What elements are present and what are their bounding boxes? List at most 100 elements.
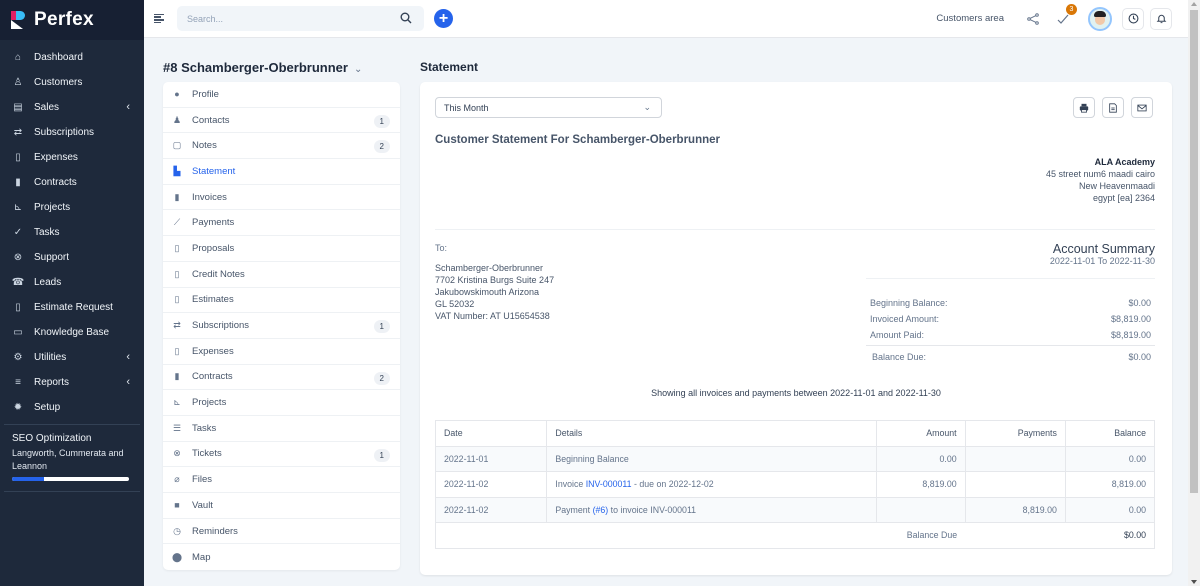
quick-create-button[interactable]: +: [434, 9, 453, 28]
tab-payments[interactable]: ⟋ Payments: [163, 210, 400, 237]
map-pin-icon: ⬤: [171, 551, 183, 562]
pinned-project[interactable]: SEO Optimization Langworth, Cummerata an…: [4, 424, 140, 492]
tab-tasks[interactable]: ☰ Tasks: [163, 416, 400, 442]
bell-icon[interactable]: [1150, 7, 1172, 30]
details-text: Payment: [555, 504, 593, 515]
app-name: Perfex: [34, 9, 94, 30]
project-client: Langworth, Cummerata and Leannon: [12, 448, 124, 471]
tab-credit-notes[interactable]: ▯ Credit Notes: [163, 262, 400, 288]
sidebar-item-label: Sales: [34, 102, 60, 113]
tab-contacts[interactable]: ♟ Contacts 1: [163, 108, 400, 134]
account-summary: Beginning Balance: $0.00 Invoiced Amount:…: [866, 295, 1155, 367]
user-avatar[interactable]: [1088, 6, 1112, 31]
sidebar-item-label: Utilities: [34, 352, 67, 363]
todo-check-icon[interactable]: 3: [1052, 3, 1077, 30]
pdf-button[interactable]: [1102, 97, 1124, 118]
sidebar-item-tasks[interactable]: ✓ Tasks: [0, 220, 144, 245]
invoice-icon: ▮: [174, 191, 180, 202]
tab-label: Proposals: [192, 242, 235, 254]
sidebar-item-label: Subscriptions: [34, 127, 95, 138]
account-summary-title: Account Summary: [1052, 242, 1155, 256]
tab-invoices[interactable]: ▮ Invoices: [163, 185, 400, 211]
sidebar-item-dashboard[interactable]: ⌂ Dashboard: [0, 45, 144, 70]
tab-label: Notes: [192, 140, 217, 152]
customer-name: #8 Schamberger-Oberbrunner: [163, 60, 348, 75]
details-link[interactable]: (#6): [593, 505, 609, 515]
scrollbar-thumb[interactable]: [1190, 10, 1198, 493]
tab-statement[interactable]: ▙ Statement: [163, 159, 400, 185]
contract-icon: ▮: [15, 177, 21, 188]
tab-contracts[interactable]: ▮ Contracts 2: [163, 365, 400, 391]
tab-expenses[interactable]: ▯ Expenses: [163, 339, 400, 365]
clock-icon: ◷: [173, 525, 181, 536]
tab-map[interactable]: ⬤ Map: [163, 544, 400, 570]
cell-date: 2022-11-01: [434, 445, 548, 472]
sidebar-item-label: Reports: [34, 377, 70, 388]
tab-notes[interactable]: ▢ Notes 2: [163, 133, 400, 160]
tab-estimates[interactable]: ▯ Estimates: [163, 288, 400, 314]
period-select[interactable]: This Month ⌄: [435, 97, 662, 118]
cell-balance: 0.00: [1064, 496, 1156, 523]
tab-vault[interactable]: ■ Vault: [163, 493, 400, 519]
topbar: Search... + Customers area 3: [144, 0, 1188, 38]
sidebar-item-expenses[interactable]: ▯ Expenses: [0, 145, 144, 170]
customers-area-link[interactable]: Customers area: [936, 13, 1004, 24]
logo[interactable]: Perfex: [0, 0, 144, 40]
sidebar-item-label: Customers: [34, 77, 83, 88]
cell-balance: 0.00: [1064, 445, 1156, 472]
sidebar-item-contracts[interactable]: ▮ Contracts: [0, 170, 144, 195]
summary-balance-due-row: Balance Due: $0.00: [866, 345, 1155, 367]
sidebar-item-estimate-request[interactable]: ▯ Estimate Request: [0, 295, 144, 320]
sidebar-item-utilities[interactable]: ⚙ Utilities ‹: [0, 345, 144, 370]
sidebar-item-customers[interactable]: ♙ Customers: [0, 70, 144, 95]
col-payments: Payments: [964, 420, 1066, 447]
sidebar-item-setup[interactable]: ✹ Setup: [0, 395, 144, 420]
sidebar-item-support[interactable]: ⊗ Support: [0, 245, 144, 270]
sidebar-item-projects[interactable]: ⊾ Projects: [0, 195, 144, 220]
tab-files[interactable]: ⌀ Files: [163, 467, 400, 493]
cell-details: Invoice INV-000011 - due on 2022-12-02: [546, 471, 877, 498]
company-address-line: egypt [ea] 2364: [1092, 193, 1155, 203]
summary-label: Balance Due:: [872, 351, 927, 362]
details-link[interactable]: INV-000011: [586, 479, 632, 489]
chevron-down-icon[interactable]: ⌄: [354, 64, 362, 75]
search-icon[interactable]: [400, 12, 412, 24]
email-button[interactable]: [1131, 97, 1153, 118]
project-title: SEO Optimization: [12, 433, 92, 444]
gear-icon: ✹: [13, 402, 23, 413]
statement-table: Date Details Amount Payments Balance 202…: [434, 420, 1156, 549]
user-icon: ♟: [172, 114, 182, 125]
tab-subscriptions[interactable]: ⇄ Subscriptions 1: [163, 313, 400, 339]
sidebar-item-reports[interactable]: ≡ Reports ‹: [0, 370, 144, 395]
cell-amount: 0.00: [875, 445, 966, 472]
sidebar-item-leads[interactable]: ☎ Leads: [0, 270, 144, 295]
area-chart-icon: ▙: [173, 165, 181, 176]
share-icon[interactable]: [1022, 8, 1044, 30]
tab-projects[interactable]: ⊾ Projects: [163, 390, 400, 416]
sidebar-item-subscriptions[interactable]: ⇄ Subscriptions: [0, 120, 144, 145]
period-value: This Month: [444, 102, 489, 113]
page-scrollbar[interactable]: [1188, 0, 1200, 586]
details-text: to invoice INV-000011: [608, 504, 697, 515]
sidebar-item-sales[interactable]: ▤ Sales ‹: [0, 95, 144, 120]
customer-title[interactable]: #8 Schamberger-Oberbrunner ⌄: [163, 60, 362, 75]
menu-toggle-icon[interactable]: [154, 13, 164, 24]
sidebar-item-label: Expenses: [34, 152, 78, 163]
summary-row: Invoiced Amount: $8,819.00: [866, 311, 1155, 327]
bill-to-line: Schamberger-Oberbrunner: [435, 263, 544, 273]
tab-proposals[interactable]: ▯ Proposals: [163, 236, 400, 262]
file-icon: ▯: [174, 294, 180, 305]
details-text: Beginning Balance: [555, 453, 629, 464]
perfex-logo-icon: [11, 11, 25, 29]
table-header-row: Date Details Amount Payments Balance: [434, 420, 1156, 447]
tab-tickets[interactable]: ⊗ Tickets 1: [163, 442, 400, 468]
clock-icon[interactable]: [1122, 7, 1144, 30]
sidebar-item-knowledge-base[interactable]: ▭ Knowledge Base: [0, 320, 144, 345]
tab-reminders[interactable]: ◷ Reminders: [163, 519, 400, 545]
divider: [435, 229, 1155, 230]
folder-icon: ▭: [13, 327, 23, 338]
tab-profile[interactable]: ● Profile: [163, 82, 400, 108]
print-button[interactable]: [1073, 97, 1095, 118]
search-input[interactable]: Search...: [177, 6, 424, 31]
lock-icon: ■: [174, 500, 180, 511]
